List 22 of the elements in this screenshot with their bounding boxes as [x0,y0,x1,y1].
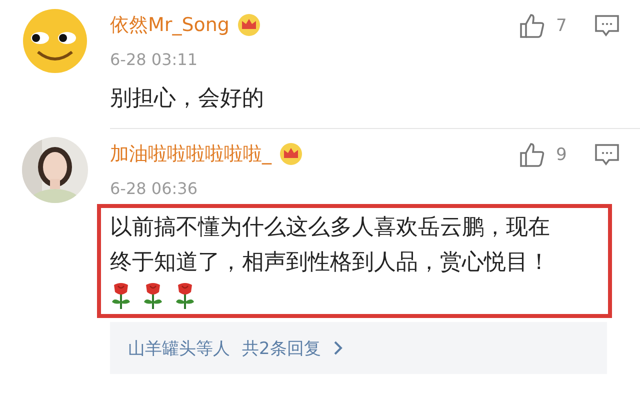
rose-icon [142,282,164,310]
comment-time: 6-28 03:11 [110,50,198,69]
thumbs-up-icon[interactable] [518,141,546,169]
like-count: 9 [556,145,568,165]
replies-panel[interactable]: 山羊罐头等人 共2条回复 [110,322,607,374]
like-count: 7 [556,16,568,36]
rose-icon [174,282,196,310]
crown-icon [278,142,304,166]
comment-icon[interactable] [594,142,620,168]
rose-icon [110,282,132,310]
chevron-right-icon [332,340,343,356]
reply-count: 共2条回复 [242,338,321,360]
comment-time: 6-28 06:36 [110,179,198,198]
comment-text: 以前搞不懂为什么这么多人喜欢岳云鹏，现在终于知道了，相声到性格到人品，赏心悦目！ [110,215,550,275]
thumbs-up-icon[interactable] [518,12,546,40]
user-name[interactable]: 加油啦啦啦啦啦啦_ [110,141,272,167]
user-name[interactable]: 依然Mr_Song [110,12,230,38]
comment-icon[interactable] [594,13,620,39]
comment-text: 别担心，会好的 [110,86,264,111]
crown-icon [236,13,262,37]
reply-users: 山羊罐头等人 [128,338,230,360]
smiley-avatar-icon [22,8,88,74]
